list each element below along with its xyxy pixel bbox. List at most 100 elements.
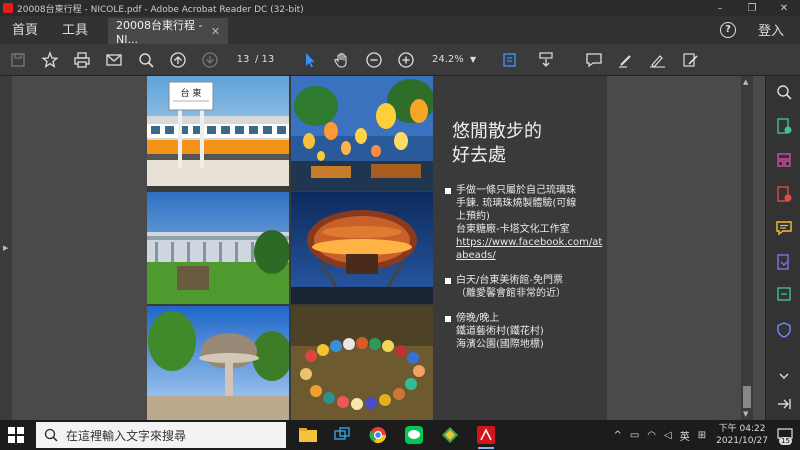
left-panel-toggle[interactable]: ▶ bbox=[0, 76, 12, 420]
menu-home[interactable]: 首頁 bbox=[0, 19, 50, 44]
save-icon[interactable] bbox=[8, 50, 28, 70]
enhance-scan-icon[interactable] bbox=[774, 284, 794, 304]
close-tab-icon[interactable]: ✕ bbox=[211, 25, 220, 38]
print-icon[interactable] bbox=[72, 50, 92, 70]
slide-title-line1: 悠閒散步的 bbox=[452, 121, 542, 142]
menu-bar: 首頁 工具 20008台東行程 - NI... ✕ ? 登入 bbox=[0, 16, 800, 46]
comment-icon[interactable] bbox=[584, 50, 604, 70]
previous-page-icon[interactable] bbox=[168, 50, 188, 70]
bullet-square-icon bbox=[445, 316, 451, 322]
export-pdf-icon[interactable] bbox=[774, 116, 794, 136]
menu-tools[interactable]: 工具 bbox=[50, 19, 100, 44]
maps-app-icon[interactable] bbox=[438, 424, 462, 446]
photo-art-museum bbox=[147, 192, 289, 304]
system-tray: ^ ▭ ◠ ◁ 英 ⊞ 下午 04:22 2021/10/27 15 bbox=[609, 420, 800, 450]
slide-bullet-list: 手做一條只屬於自己琉璃珠 手鍊. 琉璃珠燒製體驗(可線 上預約) 台東糖廠-卡塔… bbox=[445, 184, 605, 363]
bullet-line: 台東糖廠-卡塔文化工作室 bbox=[456, 224, 570, 235]
vertical-scrollbar[interactable]: ▲ ▼ bbox=[741, 76, 753, 420]
page-fit-icon[interactable] bbox=[500, 50, 520, 70]
bullet-line: 白天/台東美術館-免門票 bbox=[456, 275, 563, 286]
window-title: 20008台東行程 - NICOLE.pdf - Adobe Acrobat R… bbox=[17, 4, 304, 15]
page-number-input[interactable]: 13 bbox=[233, 52, 253, 68]
fill-and-sign-icon[interactable] bbox=[680, 50, 700, 70]
collapse-pane-icon[interactable] bbox=[774, 366, 794, 386]
document-tab[interactable]: 20008台東行程 - NI... ✕ bbox=[108, 18, 229, 46]
clock-time: 下午 04:22 bbox=[718, 424, 766, 434]
facebook-link[interactable]: https://www.facebook.com/at bbox=[456, 236, 602, 249]
wifi-icon[interactable]: ◠ bbox=[647, 430, 656, 441]
network-app-icon[interactable] bbox=[330, 424, 354, 446]
close-button[interactable]: ✕ bbox=[768, 0, 800, 16]
acrobat-app-icon bbox=[3, 3, 13, 13]
scroll-thumb[interactable] bbox=[743, 386, 751, 408]
next-page-icon[interactable] bbox=[200, 50, 220, 70]
hand-tool-icon[interactable] bbox=[332, 50, 352, 70]
photo-glass-beads bbox=[291, 306, 433, 420]
send-file-icon[interactable] bbox=[774, 252, 794, 272]
acrobat-taskbar-icon[interactable] bbox=[474, 424, 498, 449]
bullet-line: 手鍊. 琉璃珠燒製體驗(可線 bbox=[456, 198, 577, 209]
bullet-line: 鐵道藝術村(鐵花村) bbox=[456, 326, 544, 337]
network-icon[interactable]: ▭ bbox=[630, 430, 639, 441]
zoom-out-icon[interactable] bbox=[364, 50, 384, 70]
protect-shield-icon[interactable] bbox=[774, 320, 794, 340]
slide-title: 悠閒散步的 好去處 bbox=[452, 120, 542, 168]
search-placeholder: 在這裡輸入文字來搜尋 bbox=[66, 428, 187, 443]
show-hidden-icons[interactable]: ^ bbox=[613, 430, 621, 441]
sign-icon[interactable] bbox=[648, 50, 668, 70]
organize-pages-icon[interactable] bbox=[774, 150, 794, 170]
keyboard-icon[interactable]: ⊞ bbox=[698, 430, 706, 441]
photo-lanterns bbox=[291, 76, 433, 191]
document-tab-label: 20008台東行程 - NI... bbox=[116, 18, 203, 46]
signin-button[interactable]: 登入 bbox=[758, 20, 784, 39]
help-icon[interactable]: ? bbox=[719, 21, 736, 38]
search-icon bbox=[44, 428, 58, 442]
clock-date: 2021/10/27 bbox=[716, 436, 768, 446]
notification-center-icon[interactable]: 15 bbox=[774, 424, 796, 446]
zoom-dropdown-icon[interactable]: ▼ bbox=[470, 52, 476, 68]
bullet-item-evening: 傍晚/晚上 鐵道藝術村(鐵花村) 海濱公園(國際地標) bbox=[445, 312, 605, 351]
scroll-mode-icon[interactable] bbox=[536, 50, 556, 70]
find-icon[interactable] bbox=[136, 50, 156, 70]
zoom-in-icon[interactable] bbox=[396, 50, 416, 70]
maximize-button[interactable]: ❐ bbox=[736, 0, 768, 16]
file-explorer-icon[interactable] bbox=[296, 424, 320, 446]
pdf-page: 台 東 悠閒散步的 好去處 手做一條只屬於自己琉璃珠 手鍊. 琉璃珠燒製體驗(可… bbox=[147, 76, 607, 420]
minimize-button[interactable]: – bbox=[704, 0, 736, 16]
volume-icon[interactable]: ◁ bbox=[664, 430, 672, 441]
notification-count: 15 bbox=[779, 437, 792, 445]
scroll-down-icon[interactable]: ▼ bbox=[743, 410, 748, 418]
bullet-item-art-museum: 白天/台東美術館-免門票 （離愛馨會館非常的近） bbox=[445, 274, 605, 300]
expand-pane-icon[interactable] bbox=[774, 394, 794, 414]
chrome-icon[interactable] bbox=[366, 424, 390, 446]
system-clock[interactable]: 下午 04:22 2021/10/27 bbox=[716, 423, 768, 447]
bullet-line: 上預約) bbox=[456, 211, 490, 222]
zoom-level[interactable]: 24.2% bbox=[432, 52, 464, 68]
windows-taskbar: 在這裡輸入文字來搜尋 ^ ▭ ◠ ◁ 英 ⊞ 下午 04:22 2021/10/… bbox=[0, 420, 800, 450]
main-toolbar: 13 / 13 24.2% ▼ bbox=[0, 44, 800, 76]
station-sign-text: 台 東 bbox=[181, 87, 202, 99]
photo-observation-tower bbox=[147, 306, 289, 420]
photo-seashore-park-night bbox=[291, 192, 433, 304]
slide-title-line2: 好去處 bbox=[452, 145, 506, 166]
expand-left-icon[interactable]: ▶ bbox=[3, 244, 8, 252]
highlight-pen-icon[interactable] bbox=[616, 50, 636, 70]
mail-icon[interactable] bbox=[104, 50, 124, 70]
bullet-line: （離愛馨會館非常的近） bbox=[456, 288, 566, 299]
windows-start-icon[interactable] bbox=[8, 427, 24, 443]
page-total: / 13 bbox=[255, 54, 275, 65]
bullet-line: 手做一條只屬於自己琉璃珠 bbox=[456, 185, 576, 196]
search-tools-icon[interactable] bbox=[774, 82, 794, 102]
bullet-item-glass-beads: 手做一條只屬於自己琉璃珠 手鍊. 琉璃珠燒製體驗(可線 上預約) 台東糖廠-卡塔… bbox=[445, 184, 605, 262]
line-app-icon[interactable] bbox=[402, 424, 426, 446]
comment-tool-icon[interactable] bbox=[774, 218, 794, 238]
star-icon[interactable] bbox=[40, 50, 60, 70]
create-pdf-icon[interactable] bbox=[774, 184, 794, 204]
select-cursor-icon[interactable] bbox=[300, 50, 320, 70]
facebook-link-continued[interactable]: abeads/ bbox=[456, 249, 602, 262]
scroll-up-icon[interactable]: ▲ bbox=[743, 78, 748, 86]
ime-indicator[interactable]: 英 bbox=[680, 428, 690, 443]
photo-train-station: 台 東 bbox=[147, 76, 289, 186]
bullet-line: 傍晚/晚上 bbox=[456, 313, 500, 324]
taskbar-search-box[interactable]: 在這裡輸入文字來搜尋 bbox=[36, 422, 286, 448]
